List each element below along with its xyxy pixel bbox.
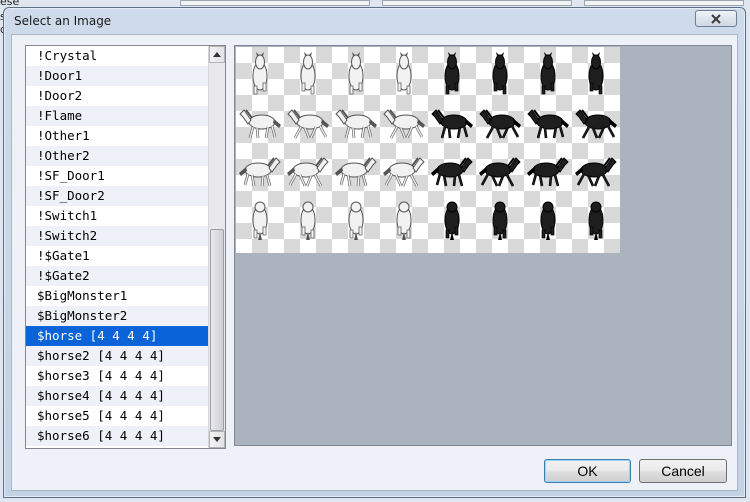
background-text-line: ese xyxy=(0,0,20,8)
file-list-item[interactable]: $horse3 [4 4 4 4] xyxy=(26,366,208,386)
file-list-item[interactable]: !Flame xyxy=(26,106,208,126)
horse-sprite-white-right xyxy=(287,157,329,187)
horse-sprite-black-left xyxy=(527,109,569,139)
file-list-item[interactable]: $horse6 [4 4 4 4] xyxy=(26,426,208,446)
file-list-item[interactable]: !SF_Door1 xyxy=(26,166,208,186)
file-list-item[interactable]: !Switch2 xyxy=(26,226,208,246)
horse-sprite-black-down xyxy=(588,52,604,95)
horse-sprite-black-right xyxy=(479,157,521,187)
horse-sprite-white-up xyxy=(252,201,268,240)
dialog-titlebar: Select an Image xyxy=(4,8,745,34)
horse-sprite-black-up xyxy=(444,201,460,240)
horse-sprite-white-down xyxy=(396,52,412,95)
scroll-down-button[interactable] xyxy=(209,431,225,448)
file-list-item[interactable]: $horse2 [4 4 4 4] xyxy=(26,346,208,366)
horse-sprite-white-left xyxy=(335,109,377,139)
horse-sprite-black-down xyxy=(492,52,508,95)
horse-sprite-black-right xyxy=(575,157,617,187)
file-list-rows: !Crystal !Door1 !Door2 !Flame !Other1 !Other2… xyxy=(26,46,208,448)
horse-sprite-white-right xyxy=(335,157,377,187)
horse-sprite-white-up xyxy=(396,201,412,240)
file-list-item[interactable]: !Crystal xyxy=(26,46,208,66)
horse-sprite-white-left xyxy=(383,109,425,139)
background-field xyxy=(382,0,572,6)
horse-sprite-black-down xyxy=(540,52,556,95)
horse-sprite-black-up xyxy=(540,201,556,240)
file-list-item[interactable]: $BigMonster1 xyxy=(26,286,208,306)
cancel-button[interactable]: Cancel xyxy=(639,459,727,483)
background-field xyxy=(584,0,744,6)
file-list-item[interactable]: !Door2 xyxy=(26,86,208,106)
file-list-item[interactable]: !$Gate2 xyxy=(26,266,208,286)
horse-sprite-white-down xyxy=(348,52,364,95)
close-icon xyxy=(711,13,721,24)
horse-sprite-black-up xyxy=(588,201,604,240)
horse-sprite-black-left xyxy=(575,109,617,139)
horse-sprite-black-right xyxy=(527,157,569,187)
ok-button[interactable]: OK xyxy=(544,459,631,483)
horse-sprite-black-left xyxy=(431,109,473,139)
horse-sprite-white-right xyxy=(239,157,281,187)
file-list-item[interactable]: !SF_Door2 xyxy=(26,186,208,206)
scroll-thumb[interactable] xyxy=(210,229,224,431)
file-list-item[interactable]: $BigMonster2 xyxy=(26,306,208,326)
background-field xyxy=(180,0,370,6)
close-button[interactable] xyxy=(695,10,737,27)
select-image-dialog: Select an Image !Crystal !Door1 !Door2 !Fla… xyxy=(3,7,746,498)
horse-sprite-white-right xyxy=(383,157,425,187)
horse-sprite-black-right xyxy=(431,157,473,187)
scroll-up-button[interactable] xyxy=(209,46,225,63)
dialog-content: !Crystal !Door1 !Door2 !Flame !Other1 !Other2… xyxy=(11,34,738,491)
file-list-item[interactable]: !Other2 xyxy=(26,146,208,166)
horse-sprite-black-down xyxy=(444,52,460,95)
sprite-sheet xyxy=(236,47,620,253)
image-preview xyxy=(234,45,732,446)
file-list-item[interactable]: !Switch1 xyxy=(26,206,208,226)
horse-sprite-black-up xyxy=(492,201,508,240)
image-file-list[interactable]: !Crystal !Door1 !Door2 !Flame !Other1 !Other2… xyxy=(25,45,226,449)
file-list-item[interactable]: !Other1 xyxy=(26,126,208,146)
list-scrollbar[interactable] xyxy=(208,46,225,448)
file-list-item[interactable]: $horse4 [4 4 4 4] xyxy=(26,386,208,406)
horse-sprite-white-up xyxy=(300,201,316,240)
horse-sprite-white-left xyxy=(239,109,281,139)
horse-sprite-white-left xyxy=(287,109,329,139)
horse-sprite-white-down xyxy=(252,52,268,95)
horse-sprite-white-down xyxy=(300,52,316,95)
horse-sprite-white-up xyxy=(348,201,364,240)
arrow-up-icon xyxy=(213,52,221,57)
arrow-down-icon xyxy=(213,437,221,442)
horse-sprite-black-left xyxy=(479,109,521,139)
dialog-title: Select an Image xyxy=(14,14,112,28)
file-list-item[interactable]: $horse5 [4 4 4 4] xyxy=(26,406,208,426)
file-list-item[interactable]: !Door1 xyxy=(26,66,208,86)
file-list-item[interactable]: !$Gate1 xyxy=(26,246,208,266)
file-list-item[interactable]: $horse [4 4 4 4] xyxy=(26,326,208,346)
